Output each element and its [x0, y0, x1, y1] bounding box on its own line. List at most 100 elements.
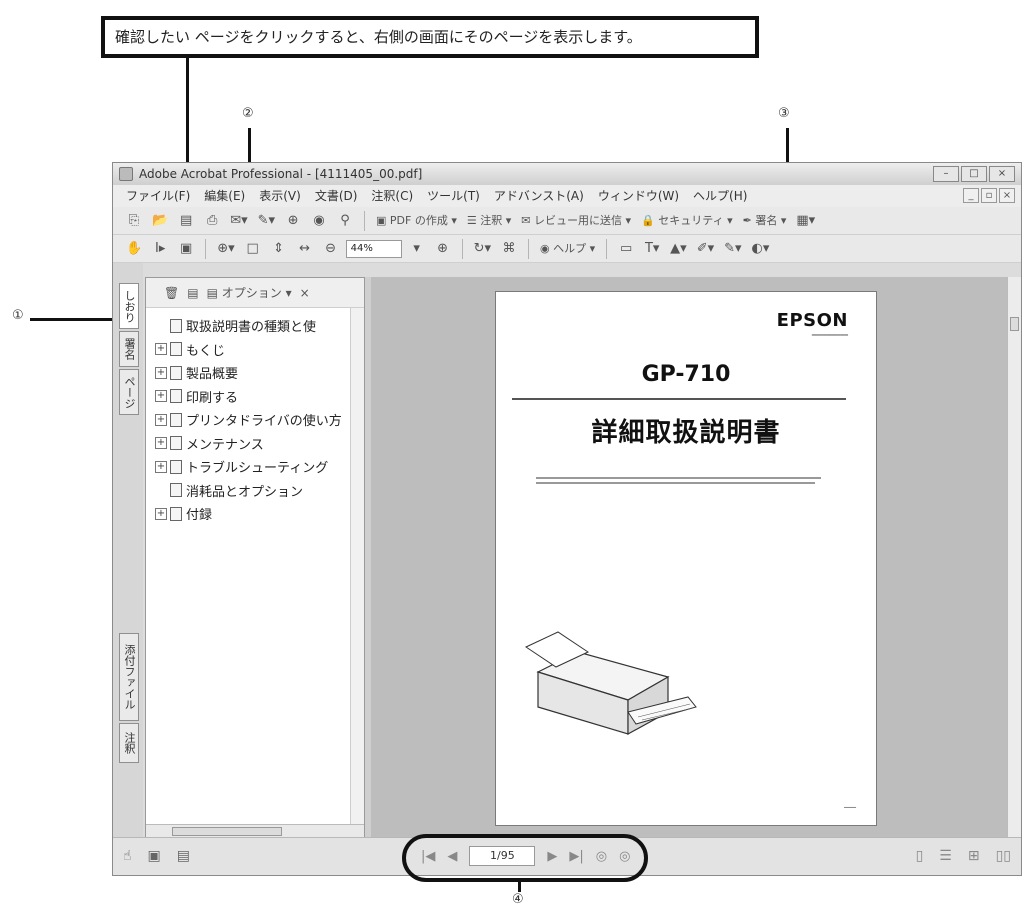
- select-tool-icon[interactable]: I▸: [149, 238, 171, 260]
- fit-width-icon[interactable]: ↔: [294, 238, 316, 260]
- search-icon[interactable]: ⚲: [334, 210, 356, 232]
- snapshot-icon[interactable]: ▣: [175, 238, 197, 260]
- document-vertical-scrollbar[interactable]: [1007, 277, 1021, 839]
- zoom-tool-icon[interactable]: ⊕▾: [214, 238, 237, 260]
- options-menu-button[interactable]: ▤ オプション ▾: [207, 284, 292, 301]
- bookmarks-panel-header: 🗑 ▤ ▤ オプション ▾ ×: [146, 278, 364, 308]
- continuous-facing-icon[interactable]: ▯▯: [996, 848, 1011, 864]
- menu-tools[interactable]: ツール(T): [420, 185, 487, 207]
- document-title: 詳細取扱説明書: [591, 418, 781, 448]
- menu-file[interactable]: ファイル(F): [119, 185, 197, 207]
- stamp-icon[interactable]: ▲▾: [667, 238, 690, 260]
- menu-window[interactable]: ウィンドウ(W): [591, 185, 686, 207]
- menu-document[interactable]: 文書(D): [308, 185, 365, 207]
- bookmark-item[interactable]: 消耗品とオプション: [146, 479, 364, 503]
- single-page-icon[interactable]: ▯: [916, 848, 924, 864]
- note-icon[interactable]: ▭: [615, 238, 637, 260]
- bookmark-item[interactable]: + メンテナンス: [146, 432, 364, 456]
- bookmark-item[interactable]: 取扱説明書の種類と使: [146, 314, 364, 338]
- instruction-text: 確認したい ページをクリックすると、右側の画面にそのページを表示します。: [115, 28, 642, 46]
- zoom-in-icon[interactable]: ⊕: [432, 238, 454, 260]
- rotate-icon[interactable]: ↻▾: [471, 238, 494, 260]
- actual-size-icon[interactable]: □: [242, 238, 264, 260]
- expand-icon[interactable]: +: [155, 437, 167, 450]
- bookmark-item[interactable]: + もくじ: [146, 338, 364, 362]
- print-icon[interactable]: ⎙: [201, 210, 223, 232]
- highlight-icon[interactable]: ✐▾: [694, 238, 717, 260]
- menu-advanced[interactable]: アドバンスト(A): [487, 185, 591, 207]
- bookmarks-panel: 🗑 ▤ ▤ オプション ▾ × 取扱説明書の種類と使 + もくじ + 製品概要: [145, 277, 365, 839]
- menu-edit[interactable]: 編集(E): [197, 185, 252, 207]
- create-icon[interactable]: ⎘: [123, 210, 145, 232]
- expand-icon[interactable]: +: [155, 366, 167, 379]
- tab-attachments[interactable]: 添付ファイル: [119, 633, 139, 721]
- tab-signatures[interactable]: 署名: [119, 331, 139, 367]
- facing-icon[interactable]: ⊞: [968, 848, 980, 864]
- organizer-icon[interactable]: ⊕: [282, 210, 304, 232]
- expand-icon[interactable]: +: [155, 507, 167, 520]
- bookmark-item[interactable]: + トラブルシューティング: [146, 455, 364, 479]
- close-panel-icon[interactable]: ×: [300, 286, 310, 300]
- expand-icon[interactable]: +: [155, 413, 167, 426]
- security-button[interactable]: 🔒 セキュリティ ▾: [638, 210, 736, 232]
- doc-restore-button[interactable]: ▫: [981, 188, 997, 203]
- screen-icon[interactable]: ▣: [148, 848, 161, 864]
- brand-tagline: ━━━━━━━━━━: [811, 332, 848, 339]
- bookmark-item[interactable]: + 印刷する: [146, 385, 364, 409]
- bookmark-item[interactable]: + 付録: [146, 502, 364, 526]
- menu-comments[interactable]: 注釈(C): [364, 185, 420, 207]
- comment-button[interactable]: ☰ 注釈 ▾: [464, 210, 514, 232]
- hand-tool-icon[interactable]: ✋: [123, 238, 145, 260]
- save-icon[interactable]: ▤: [175, 210, 197, 232]
- file-toolbar: ⎘ 📂 ▤ ⎙ ✉▾ ✎▾ ⊕ ◉ ⚲ ▣ PDF の作成 ▾ ☰ 注釈 ▾ ✉…: [113, 207, 1021, 235]
- help-button[interactable]: ◉ ヘルプ ▾: [537, 238, 598, 260]
- page-icon[interactable]: ▤: [177, 848, 190, 864]
- navigation-tabs: しおり 署名 ページ 添付ファイル 注釈: [113, 263, 143, 847]
- scroll-thumb[interactable]: [1010, 317, 1019, 331]
- expand-icon[interactable]: +: [155, 343, 167, 356]
- zoom-field[interactable]: 44%: [345, 239, 402, 258]
- bookmarks-vertical-scrollbar[interactable]: [350, 308, 364, 824]
- bookmark-page-icon: [170, 459, 182, 474]
- sign-button[interactable]: ✒ 署名 ▾: [740, 210, 790, 232]
- menu-view[interactable]: 表示(V): [252, 185, 308, 207]
- create-pdf-button[interactable]: ▣ PDF の作成 ▾: [373, 210, 460, 232]
- bookmark-label: 取扱説明書の種類と使: [186, 320, 317, 336]
- menu-help[interactable]: ヘルプ(H): [686, 185, 754, 207]
- doc-minimize-button[interactable]: _: [963, 188, 979, 203]
- fit-page-icon[interactable]: ⇕: [268, 238, 290, 260]
- tab-comments[interactable]: 注釈: [119, 723, 139, 763]
- delete-bookmark-icon[interactable]: 🗑: [164, 286, 179, 300]
- doc-close-button[interactable]: ×: [999, 188, 1015, 203]
- close-window-button[interactable]: ×: [989, 166, 1015, 182]
- bookmarks-horizontal-scrollbar[interactable]: [146, 824, 364, 838]
- forms-icon[interactable]: ▦▾: [793, 210, 818, 232]
- scroll-thumb[interactable]: [172, 827, 282, 836]
- hand-icon[interactable]: ☝: [123, 848, 132, 864]
- restore-button[interactable]: □: [961, 166, 987, 182]
- bookmark-label: メンテナンス: [186, 437, 264, 453]
- email-icon[interactable]: ✉▾: [227, 210, 250, 232]
- tab-pages[interactable]: ページ: [119, 369, 139, 415]
- bookmark-item[interactable]: + 製品概要: [146, 361, 364, 385]
- continuous-icon[interactable]: ☰: [939, 848, 952, 864]
- review-button[interactable]: ✉ レビュー用に送信 ▾: [518, 210, 634, 232]
- minimize-button[interactable]: –: [933, 166, 959, 182]
- drawing-icon[interactable]: ✎▾: [721, 238, 744, 260]
- web-icon[interactable]: ◉: [308, 210, 330, 232]
- expand-icon[interactable]: +: [155, 390, 167, 403]
- read-aloud-icon[interactable]: ⌘: [498, 238, 520, 260]
- options-label: オプション: [221, 286, 282, 300]
- zoom-dropdown-icon[interactable]: ▾: [406, 238, 428, 260]
- new-bookmark-icon[interactable]: ▤: [187, 286, 198, 300]
- text-edit-icon[interactable]: T▾: [641, 238, 663, 260]
- document-view[interactable]: EPSON ━━━━━━━━━━ GP-710 詳細取扱説明書 ━━━━: [371, 277, 1021, 839]
- bookmark-item[interactable]: + プリンタドライバの使い方: [146, 408, 364, 432]
- open-icon[interactable]: 📂: [149, 210, 171, 232]
- tab-bookmarks[interactable]: しおり: [119, 283, 139, 329]
- pencil-icon[interactable]: ◐▾: [749, 238, 773, 260]
- expand-icon: [155, 320, 167, 332]
- zoom-out-icon[interactable]: ⊖: [320, 238, 342, 260]
- attach-icon[interactable]: ✎▾: [255, 210, 278, 232]
- expand-icon[interactable]: +: [155, 460, 167, 473]
